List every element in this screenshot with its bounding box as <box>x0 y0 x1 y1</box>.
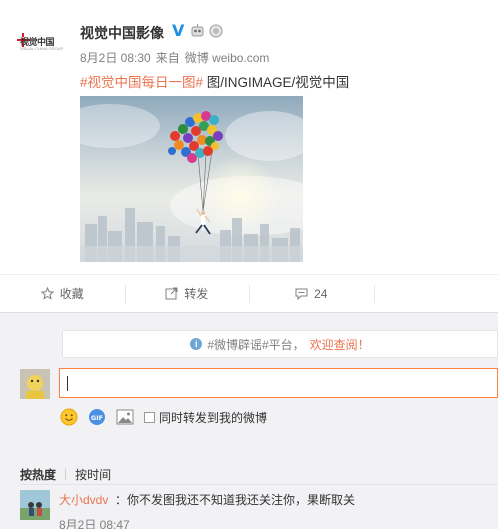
commenter-avatar[interactable] <box>20 490 50 520</box>
notice-link[interactable]: 欢迎查阅！ <box>310 336 370 353</box>
comment-section: i #微博辟谣#平台， 欢迎查阅！ GIF 同时转发到我的微博 按热度 | 按时… <box>0 312 498 529</box>
commenter-name[interactable]: 大小dvdv <box>59 491 108 508</box>
also-repost-checkbox[interactable] <box>144 411 155 423</box>
post-meta: 8月2日 08:30 来自 微博 weibo.com <box>80 49 274 66</box>
composer-toolbar: GIF 同时转发到我的微博 <box>60 408 267 426</box>
post-action-bar: 收藏 转发 24 <box>0 274 498 312</box>
text-caret <box>67 376 68 391</box>
sort-by-time[interactable]: 按时间 <box>75 466 111 483</box>
also-repost-option[interactable]: 同时转发到我的微博 <box>144 409 267 426</box>
comment-item: 大小dvdv ：你不发图我还不知道我还关注你，果断取关 8月2日 08:47 <box>20 490 498 529</box>
post-source[interactable]: 微博 weibo.com <box>185 51 270 65</box>
author-avatar[interactable]: 视觉中国 VISUAL CHINA GROUP <box>17 25 63 53</box>
author-badges: V <box>172 23 223 39</box>
commenter-avatar-icon <box>20 490 50 520</box>
sort-divider <box>20 484 498 485</box>
star-icon <box>40 287 54 300</box>
post-content: #视觉中国每日一图# 图/INGIMAGE/视觉中国 <box>80 71 349 91</box>
svg-text:GIF: GIF <box>91 414 103 422</box>
rumor-notice: i #微博辟谣#平台， 欢迎查阅！ <box>62 330 498 358</box>
post-text: 图/INGIMAGE/视觉中国 <box>203 75 350 90</box>
user-avatar-icon <box>20 369 50 399</box>
author-name[interactable]: 视觉中国影像 <box>80 23 164 43</box>
favorite-label: 收藏 <box>59 287 84 301</box>
medal-badge-icon[interactable] <box>209 23 223 38</box>
post-image[interactable] <box>80 96 303 262</box>
post-date[interactable]: 8月2日 08:30 <box>80 51 151 65</box>
comment-count: 24 <box>314 286 328 301</box>
comment-text: ：你不发图我还不知道我还关注你，果断取关 <box>115 493 356 507</box>
favorite-button[interactable]: 收藏 <box>0 275 125 312</box>
image-icon[interactable] <box>116 408 134 426</box>
comment-button[interactable]: 24 <box>249 275 374 312</box>
comment-time: 8月2日 08:47 <box>59 518 130 529</box>
comment-icon <box>295 288 308 300</box>
comment-input[interactable] <box>59 368 498 398</box>
repost-button[interactable]: 转发 <box>124 275 250 312</box>
sort-by-hot[interactable]: 按热度 <box>20 466 56 483</box>
emoji-icon[interactable] <box>60 408 78 426</box>
balloon-photo-icon <box>80 96 303 262</box>
sort-separator: | <box>64 466 68 480</box>
robot-badge-icon[interactable] <box>190 23 205 38</box>
repost-icon <box>165 287 178 300</box>
comment-sort: 按热度 | 按时间 <box>20 466 111 483</box>
verified-icon[interactable]: V <box>172 23 186 39</box>
repost-label: 转发 <box>184 287 209 301</box>
weibo-post: 视觉中国 VISUAL CHINA GROUP 视觉中国影像 V 8月2日 08… <box>0 0 498 274</box>
info-icon: i <box>190 338 203 350</box>
my-avatar[interactable] <box>20 369 50 399</box>
like-button[interactable] <box>373 275 498 312</box>
hashtag-link[interactable]: #视觉中国每日一图# <box>80 75 203 90</box>
notice-text: #微博辟谣#平台， <box>207 337 305 352</box>
gif-icon[interactable]: GIF <box>88 408 106 426</box>
also-repost-label: 同时转发到我的微博 <box>159 410 268 425</box>
source-prefix: 来自 <box>155 51 180 65</box>
logo-subtext: VISUAL CHINA GROUP <box>20 46 64 51</box>
